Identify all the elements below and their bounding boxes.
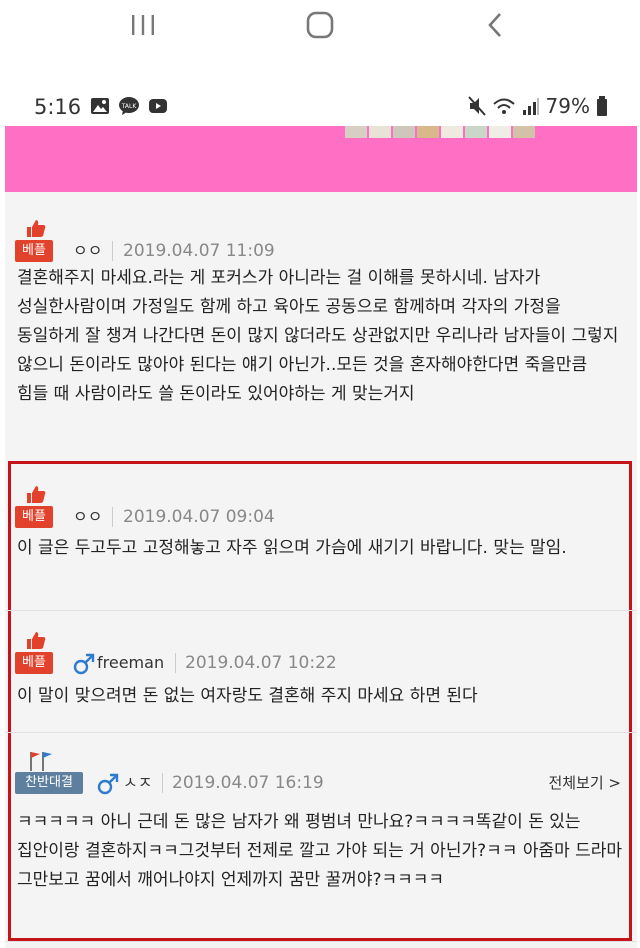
male-icon — [73, 653, 95, 675]
comment-header: 베플 ㅇㅇ 2019.04.07 09:04 — [15, 484, 625, 536]
comment-header: 찬반대결 ㅅㅈ 2019.04.07 16:19 전체보기 > — [15, 750, 625, 802]
recents-button[interactable] — [126, 8, 160, 42]
best-reply-badge: 베플 — [15, 630, 59, 682]
comment-author[interactable]: freeman — [97, 652, 164, 674]
header-separator — [175, 653, 176, 673]
comment-header: 베플 ㅇㅇ 2019.04.07 11:09 — [15, 218, 625, 270]
home-button[interactable] — [302, 8, 338, 42]
signal-icon — [522, 98, 539, 115]
recents-icon — [132, 15, 154, 35]
debate-badge: 찬반대결 — [15, 750, 85, 802]
banner-product-strip — [345, 126, 535, 138]
thumbs-up-icon — [27, 486, 46, 503]
thumbs-up-icon — [27, 220, 46, 237]
back-chevron-icon — [488, 13, 501, 37]
flags-icon — [30, 752, 52, 771]
comment-text: ㅋㅋㅋㅋㅋ 아니 근데 돈 많은 남자가 왜 평범녀 만나요?ㅋㅋㅋㅋ똑같이 돈… — [17, 812, 623, 890]
comment-header: 베플 freeman 2019.04.07 10:22 — [15, 630, 625, 682]
battery-percent: 79% — [545, 94, 590, 118]
wifi-icon — [492, 98, 515, 114]
debate-label: 찬반대결 — [15, 772, 83, 794]
male-icon — [97, 773, 119, 795]
android-navigation-bar — [0, 0, 640, 60]
system-status-icons: 79% — [467, 94, 608, 118]
back-button[interactable] — [480, 8, 510, 42]
thumbs-up-icon — [27, 632, 46, 649]
svg-text:TALK: TALK — [121, 103, 138, 110]
comment-divider — [5, 941, 637, 942]
comment-date: 2019.04.07 10:22 — [185, 653, 337, 673]
comment-date: 2019.04.07 16:19 — [172, 773, 324, 793]
comment-text: 이 글은 두고두고 고정해놓고 자주 읽으며 가슴에 새기기 바랍니다. 맞는 … — [17, 538, 567, 558]
header-separator — [162, 773, 163, 793]
comment-author[interactable]: ㅇㅇ — [73, 506, 102, 528]
youtube-icon — [149, 99, 167, 113]
ad-banner[interactable] — [5, 126, 637, 192]
mute-icon — [467, 96, 486, 116]
comment-date: 2019.04.07 11:09 — [123, 241, 275, 261]
header-separator — [112, 241, 113, 261]
status-bar: 5:16 TALK 79% — [0, 88, 640, 128]
comment-author[interactable]: ㅇㅇ — [73, 240, 102, 262]
best-reply-badge: 베플 — [15, 484, 59, 536]
comment-screen: 베플 ㅇㅇ 2019.04.07 11:09 결혼해주지 마세요.라는 게 포커… — [5, 126, 637, 948]
comment-date: 2019.04.07 09:04 — [123, 507, 275, 527]
home-icon — [306, 11, 334, 39]
comment-divider — [5, 610, 637, 611]
see-all-link[interactable]: 전체보기 > — [548, 772, 621, 794]
gallery-icon — [91, 98, 109, 114]
comment-text: 결혼해주지 마세요.라는 게 포커스가 아니라는 걸 이해를 못하시네. 남자가… — [17, 268, 619, 404]
kakaotalk-icon: TALK — [119, 97, 139, 115]
comment-text: 이 말이 맞으려면 돈 없는 여자랑도 결혼해 주지 마세요 하면 된다 — [17, 686, 478, 706]
best-reply-badge: 베플 — [15, 218, 59, 270]
best-label: 베플 — [15, 652, 53, 674]
status-time: 5:16 — [34, 95, 82, 119]
comment-divider — [5, 732, 637, 733]
notification-icons: TALK — [90, 96, 168, 116]
battery-icon — [597, 96, 607, 116]
header-separator — [112, 507, 113, 527]
best-label: 베플 — [15, 506, 53, 528]
best-label: 베플 — [15, 240, 53, 262]
comment-author[interactable]: ㅅㅈ — [123, 772, 152, 794]
